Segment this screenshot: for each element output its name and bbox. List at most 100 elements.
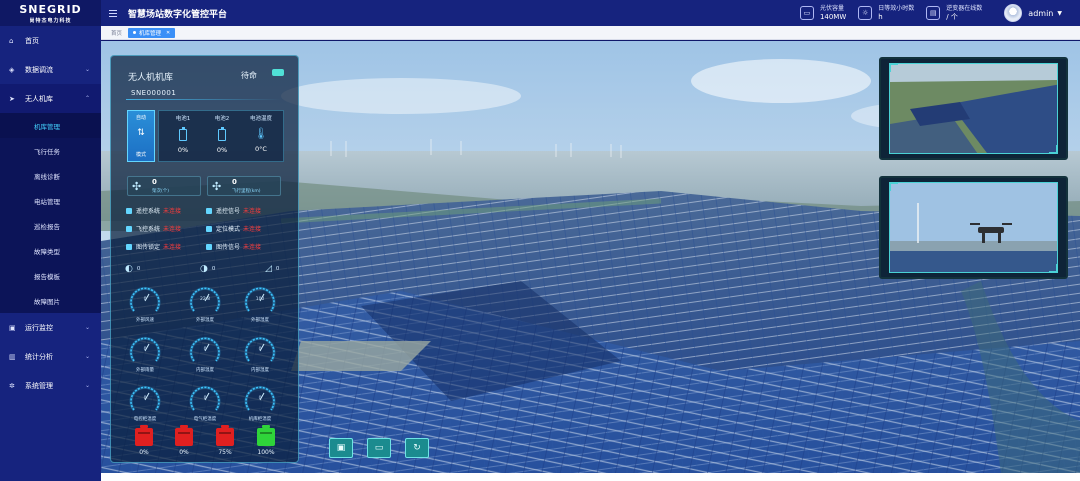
battery-2: 电池2 0% [202,114,242,154]
stat-value: / 个 [946,12,958,21]
submenu-hangar: 机库管理 飞行任务 离线诊断 电站管理 巡检报告 故障类型 报告模板 故障图片 [0,113,101,313]
hangar-panel: 无人机机库 待命 SNE000001 自动 ⇅ 模式 电池1 0% 电池2 0%… [110,55,299,463]
stat-hours: ☼ 日等效小时数 h [858,5,914,22]
sidebar-item-system[interactable]: ✲ 系统管理 ⌄ [0,371,101,400]
charge-value: 75% [218,449,232,456]
status-value: 未连接 [243,244,262,251]
sidebar-item-hangar[interactable]: ➤ 无人机库 ⌃ [0,84,101,113]
counter-value: 0 [232,178,237,186]
battery-label: 电池1 [175,116,191,122]
battery-icon [175,425,193,446]
status-label: 定位模式 [216,226,241,233]
tab-home[interactable]: 首页 [111,29,122,37]
logo-text: SNEGRID [19,2,82,16]
sub-item-flight-task[interactable]: 飞行任务 [0,138,101,163]
sub-item-station-manage[interactable]: 电站管理 [0,188,101,213]
data-icon: ◈ [9,65,15,74]
gauge: 100 外部湿度 [240,282,280,328]
sidebar-item-label: 无人机库 [25,94,53,103]
header-stats: ▭ 光伏容量 140MW ☼ 日等效小时数 h ▤ 逆变器在线数 / 个 adm… [799,0,1080,26]
status-item: 定位模式 未连接 [206,224,261,233]
status-value: 未连接 [163,208,182,215]
status-value: 未连接 [243,208,262,215]
sub-item-report-template[interactable]: 报告模板 [0,263,101,288]
battery-temperature: 电池温度 🌡 0°C [241,114,281,153]
user-menu[interactable]: admin ▼ [1004,4,1062,22]
camera-button[interactable]: ▣ [329,438,353,458]
gauge-value: 100 [255,297,265,302]
sidebar-item-label: 首页 [25,36,39,45]
gauge: 22.8 外部温度 [185,282,225,328]
tab-hangar-manage[interactable]: 机库管理 ✕ [128,27,176,38]
gauge-label: 内部湿度 [251,368,269,373]
charge-value: 0% [179,449,189,456]
status-toggle[interactable] [272,69,284,76]
avatar[interactable] [1004,4,1023,22]
user-name[interactable]: admin [1028,9,1053,18]
env-rain: ◑ 0 [200,264,215,274]
sub-item-inspection-report[interactable]: 巡检报告 [0,213,101,238]
camera-feed-aerial[interactable] [879,57,1068,160]
stat-label: 光伏容量 [819,4,844,12]
env-value: 0 [211,266,216,272]
camera-feed-image [889,182,1058,273]
tilt-icon: ◿ [265,264,272,274]
charge-battery: 75% [214,425,236,456]
camera-feed-drone[interactable] [879,176,1068,279]
logo-subtitle: 尚特杰电力科技 [29,17,72,24]
sub-item-offline-diagnosis[interactable]: 离线诊断 [0,163,101,188]
panel-title: 无人机机库 [128,73,174,83]
sidebar-item-home[interactable]: ⌂ 首页 [0,26,101,55]
sidebar-item-monitor[interactable]: ▣ 运行监控 ⌄ [0,313,101,342]
lock-icon [126,243,132,250]
screen-button[interactable]: ▭ [367,438,391,458]
flight-distance-card: ✣ 0 飞行里程(km) [207,176,281,196]
mode-label: 自动 [135,115,146,121]
gauge: 0 机库柜温度 [240,381,280,427]
chart-icon: ▥ [9,352,16,361]
divider [126,99,281,100]
counter-value: 0 [152,178,157,186]
battery-value: 0% [177,146,189,154]
top-bar: SNEGRID 尚特杰电力科技 智慧场站数字化管控平台 ▭ 光伏容量 140MW… [0,0,1080,26]
sidebar-item-label: 统计分析 [25,352,53,361]
sub-item-fault-images[interactable]: 故障图片 [0,288,101,313]
sub-item-fault-type[interactable]: 故障类型 [0,238,101,263]
menu-toggle-icon[interactable] [109,9,123,17]
chevron-down-icon: ⌄ [84,324,90,331]
camera-icon: ▣ [336,443,346,453]
gauge-value: 0 [143,297,147,302]
mode-switch[interactable]: 自动 ⇅ 模式 [127,110,155,162]
gauge-value: 0 [143,347,147,352]
env-tilt: ◿ 0 [265,264,279,274]
close-icon[interactable]: ✕ [166,30,170,36]
tab-label: 机库管理 [139,30,162,37]
stat-label: 逆变器在线数 [946,4,983,12]
status-item: 遥控信号 未连接 [206,206,261,215]
sidebar-item-label: 数据调流 [25,65,53,74]
gauge: 0 电气柜温度 [185,381,225,427]
stat-value: 140MW [819,12,847,21]
sidebar-item-stats[interactable]: ▥ 统计分析 ⌄ [0,342,101,371]
battery-panel: 电池1 0% 电池2 0% 电池温度 🌡 0°C [158,110,284,162]
refresh-button[interactable]: ↻ [405,438,429,458]
counter-label: 架次(个) [152,189,170,194]
battery-icon [179,127,187,141]
chevron-down-icon: ⌄ [84,353,90,360]
caret-down-icon[interactable]: ▼ [1057,10,1062,17]
tab-bar: 首页 机库管理 ✕ [101,26,1080,40]
sub-item-hangar-manage[interactable]: 机库管理 [0,113,101,138]
environment-row: ◐ 0 ◑ 0 ◿ 0 [125,264,287,276]
gauge: 0 外部风速 [125,282,165,328]
gps-icon [206,225,212,232]
company-logo[interactable]: SNEGRID 尚特杰电力科技 [0,0,101,26]
battery-value: 0% [216,146,228,154]
gauge-label: 外部温度 [196,318,214,323]
status-label: 遥控系统 [136,208,161,215]
battery-value: 0°C [255,145,267,153]
status-item: 图传锁定 未连接 [126,242,181,251]
sun-icon: ☼ [858,6,873,20]
app-title: 智慧场站数字化管控平台 [128,9,228,20]
status-item: 图传信号 未连接 [206,242,261,251]
sidebar-item-data[interactable]: ◈ 数据调流 ⌄ [0,55,101,84]
